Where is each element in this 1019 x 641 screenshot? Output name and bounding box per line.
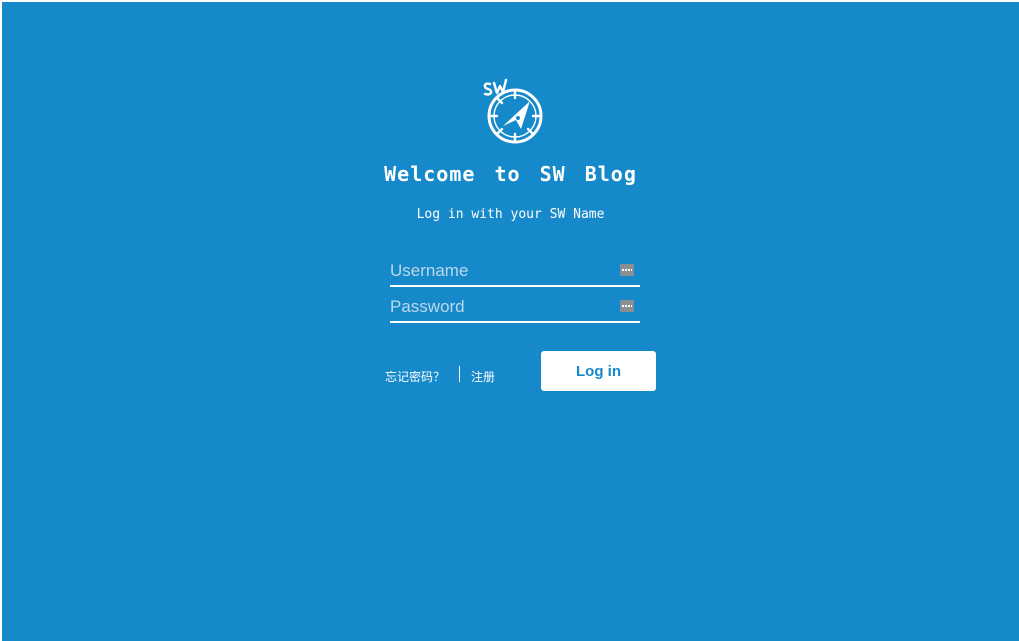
page-subtitle: Log in with your SW Name: [416, 207, 605, 222]
login-button[interactable]: Log in: [541, 351, 656, 391]
link-divider: [459, 366, 460, 382]
login-screen: Welcome to SW Blog Log in with your SW N…: [2, 2, 1019, 641]
register-link[interactable]: 注册: [471, 368, 495, 385]
username-input[interactable]: [390, 257, 610, 285]
password-field: [390, 293, 640, 323]
password-manager-icon[interactable]: [620, 300, 634, 312]
forgot-password-link[interactable]: 忘记密码？: [385, 368, 445, 385]
compass-icon: [483, 78, 543, 144]
password-manager-icon[interactable]: [620, 264, 634, 276]
username-field: [390, 257, 640, 287]
password-input[interactable]: [390, 293, 610, 321]
page-title: Welcome to SW Blog: [384, 162, 637, 186]
